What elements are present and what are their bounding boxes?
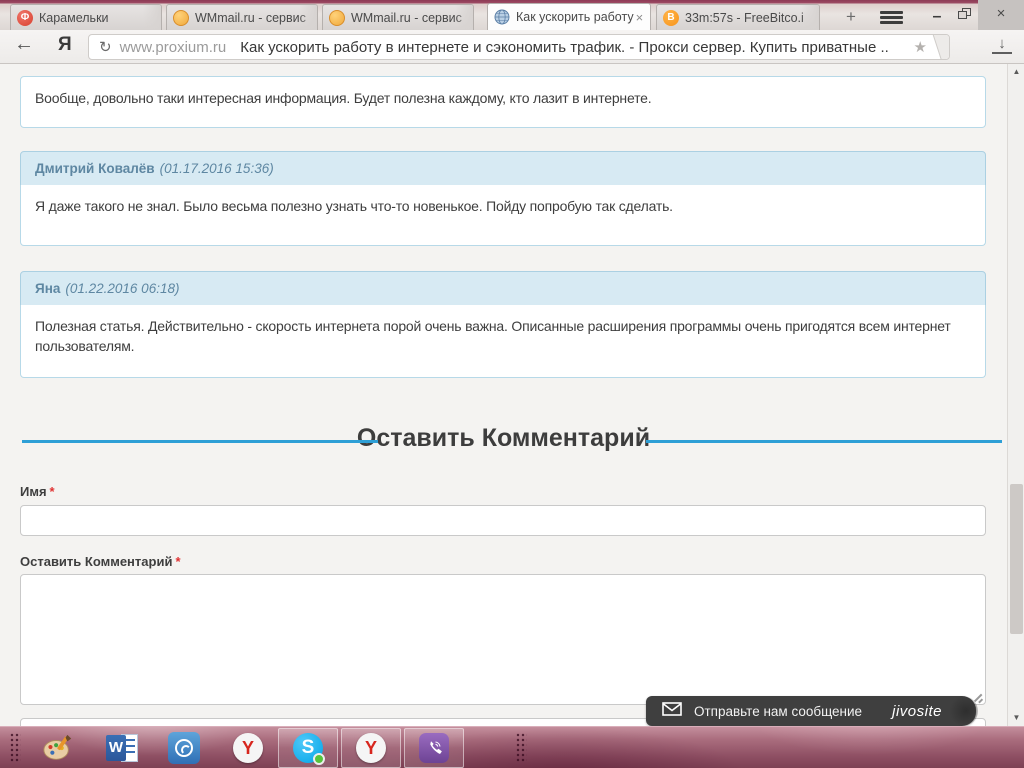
tab-label: Как ускорить работу — [516, 10, 634, 24]
required-asterisk: * — [49, 484, 55, 499]
scroll-down-icon[interactable]: ▼ — [1008, 710, 1024, 726]
new-tab-button[interactable]: + — [838, 8, 864, 26]
word-app-icon[interactable]: W — [106, 732, 138, 764]
skype-icon: S — [293, 733, 325, 765]
tab-fade — [299, 5, 317, 30]
comment-author: Яна — [35, 281, 61, 296]
browser-toolbar: ← Я ↻ www.proxium.ru Как ускорить работу… — [0, 30, 1024, 64]
yandex-browser-icon[interactable]: Y — [232, 732, 264, 764]
taskbar-grip — [10, 733, 21, 763]
yandex-taskbar-button[interactable]: Y — [341, 728, 401, 768]
heading-divider-right — [646, 440, 1002, 443]
desktop-screen: Ф Карамельки WMmail.ru - сервис WMmail.r… — [0, 0, 1024, 768]
tab-karamelki[interactable]: Ф Карамельки — [10, 4, 162, 30]
yandex-logo[interactable]: Я — [58, 34, 72, 56]
word-w-glyph: W — [106, 735, 126, 761]
comment-header-3: Яна (01.22.2016 06:18) — [20, 271, 986, 306]
url-text: www.proxium.ru — [119, 38, 227, 56]
viber-taskbar-button[interactable] — [404, 728, 464, 768]
tray-grip — [516, 733, 527, 763]
comment-field-label: Оставить Комментарий * — [20, 554, 181, 569]
page-scrollbar[interactable]: ▲ ▼ — [1007, 64, 1024, 726]
tab-label: WMmail.ru - сервис — [195, 10, 306, 25]
comment-text: Я даже такого не знал. Было весьма полез… — [35, 198, 673, 214]
label-text: Имя — [20, 484, 47, 499]
comment-body-3: Полезная статья. Действительно - скорост… — [20, 305, 986, 378]
window-minimize-button[interactable]: – — [924, 2, 950, 28]
viber-icon — [419, 733, 449, 763]
tab-wmmail-2[interactable]: WMmail.ru - сервис — [322, 4, 474, 30]
omnibox-slant-edge — [931, 35, 949, 59]
window-restore-button[interactable] — [958, 8, 971, 19]
back-button[interactable]: ← — [14, 33, 34, 56]
jivosite-chat-widget[interactable]: Отправьте нам сообщение jivosite — [646, 696, 978, 726]
tab-fade — [455, 5, 473, 30]
comment-textarea[interactable] — [20, 574, 986, 705]
download-bar — [992, 52, 1012, 54]
comment-date: (01.17.2016 15:36) — [159, 161, 274, 176]
bitcoin-icon: B — [663, 9, 679, 26]
page-title-text: Как ускорить работу в интернете и сэконо… — [240, 38, 891, 56]
refresh-icon[interactable]: ↻ — [99, 38, 112, 56]
download-arrow: ↓ — [998, 35, 1006, 52]
comment-body-1: Вообще, довольно таки интересная информа… — [20, 76, 986, 128]
tab-freebitco[interactable]: B 33m:57s - FreeBitco.i — [656, 4, 820, 30]
tab-wmmail-1[interactable]: WMmail.ru - сервис — [166, 4, 318, 30]
download-icon[interactable]: ↓ — [992, 36, 1012, 54]
scrollbar-thumb[interactable] — [1010, 484, 1023, 634]
name-input[interactable] — [20, 505, 986, 536]
name-field-label: Имя * — [20, 484, 55, 499]
comment-author: Дмитрий Ковалёв — [35, 161, 155, 176]
comment-date: (01.22.2016 06:18) — [65, 281, 180, 296]
browser-tab-strip: Ф Карамельки WMmail.ru - сервис WMmail.r… — [0, 0, 1024, 30]
wmmail-coin-icon — [329, 9, 345, 26]
scroll-up-icon[interactable]: ▲ — [1008, 64, 1024, 80]
tab-label: 33m:57s - FreeBitco.i — [685, 10, 804, 25]
skype-taskbar-button[interactable]: S — [278, 728, 338, 768]
karamelki-icon: Ф — [17, 9, 33, 26]
web-page-content: Вообще, довольно таки интересная информа… — [0, 64, 1024, 726]
bookmark-star-icon[interactable]: ★ — [914, 38, 927, 56]
tab-active-proxium[interactable]: Как ускорить работу × — [487, 3, 651, 30]
comment-text: Полезная статья. Действительно - скорост… — [35, 318, 951, 355]
chat-message-text: Отправьте нам сообщение — [694, 703, 863, 719]
label-text: Оставить Комментарий — [20, 554, 173, 569]
leave-comment-heading: Оставить Комментарий — [356, 424, 651, 452]
tab-fade — [143, 5, 161, 30]
windows-taskbar: W Y S Y — [0, 726, 1024, 768]
jivosite-logo: jivosite — [892, 702, 942, 720]
tab-label: Карамельки — [39, 10, 109, 25]
comment-body-2: Я даже такого не знал. Было весьма полез… — [20, 185, 986, 246]
palette-app-icon[interactable] — [42, 732, 74, 764]
comment-header-2: Дмитрий Ковалёв (01.17.2016 15:36) — [20, 151, 986, 186]
heading-divider-left — [22, 440, 378, 443]
window-close-button[interactable]: × — [978, 0, 1024, 30]
required-asterisk: * — [175, 554, 181, 569]
address-bar[interactable]: ↻ www.proxium.ru Как ускорить работу в и… — [88, 34, 950, 60]
skype-online-status — [313, 753, 325, 765]
comment-text: Вообще, довольно таки интересная информа… — [35, 90, 652, 106]
tab-label: WMmail.ru - сервис — [351, 10, 462, 25]
envelope-icon — [662, 701, 682, 721]
wmmail-coin-icon — [173, 9, 189, 26]
tab-fade — [801, 5, 819, 30]
proxy-app-icon[interactable] — [168, 732, 200, 764]
yandex-browser-icon: Y — [356, 733, 386, 763]
browser-menu-icon[interactable] — [880, 11, 903, 24]
tab-close-icon[interactable]: × — [634, 10, 646, 25]
globe-icon — [494, 9, 510, 25]
